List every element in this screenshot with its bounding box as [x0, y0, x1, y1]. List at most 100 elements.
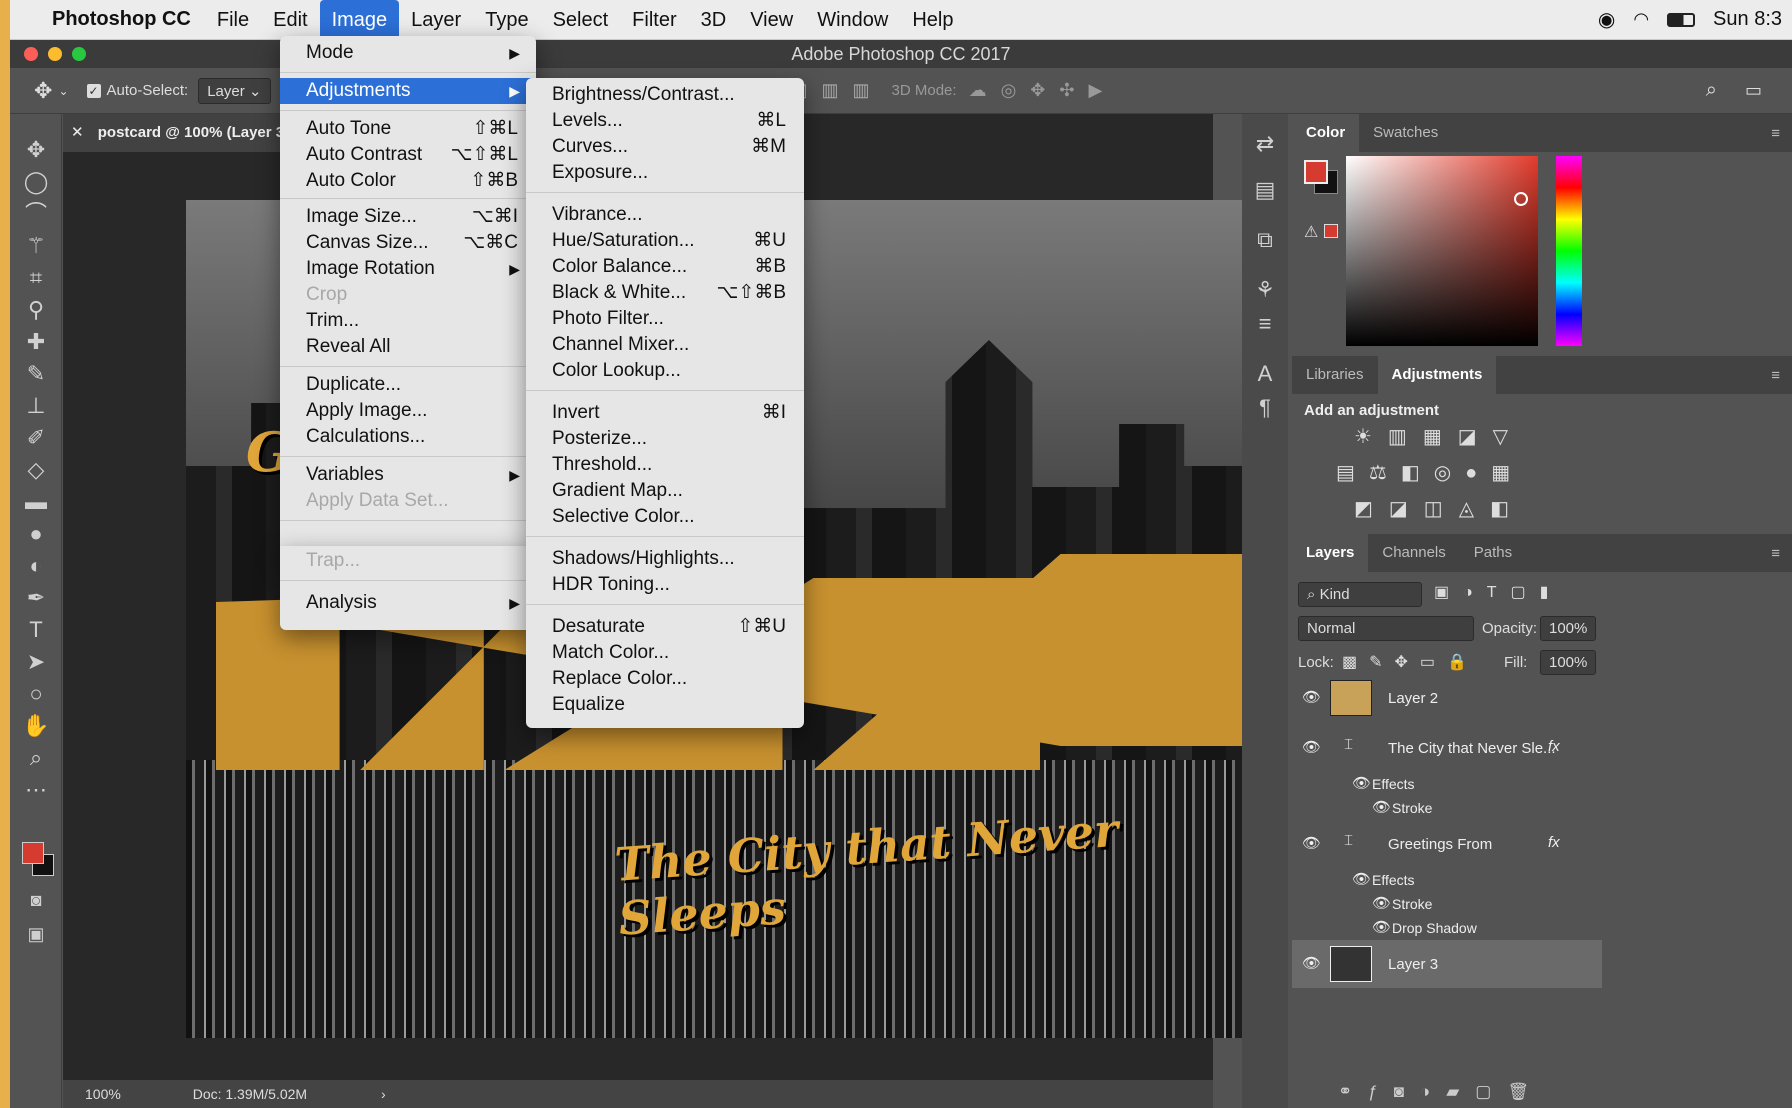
effect-name[interactable]: Drop Shadow — [1392, 920, 1477, 936]
visibility-eye-icon[interactable]: 👁 — [1372, 894, 1391, 912]
adjustment-icons-row-3[interactable]: ◩◪◫◬◧ — [1354, 496, 1525, 521]
adjust-item-vibrance[interactable]: Vibrance... — [526, 202, 804, 228]
auto-select-checkbox[interactable]: ✓ — [86, 83, 101, 98]
effect-row[interactable]: 👁 Stroke — [1292, 796, 1602, 820]
panel-menu-icon[interactable]: ≡ — [1771, 367, 1780, 384]
battery-icon[interactable] — [1667, 12, 1696, 27]
magic-wand-tool-icon[interactable]: ⚚ — [22, 232, 50, 260]
image-menu-item-auto-tone[interactable]: Auto Tone ⇧⌘L — [280, 116, 536, 142]
effect-name[interactable]: Stroke — [1392, 896, 1432, 912]
layer-name[interactable]: Layer 2 — [1388, 690, 1438, 707]
adjust-item-color-balance[interactable]: Color Balance... ⌘B — [526, 254, 804, 280]
doc-info[interactable]: Doc: 1.39M/5.02M — [193, 1086, 307, 1102]
visibility-eye-icon[interactable]: 👁 — [1372, 918, 1391, 936]
panel-menu-icon[interactable]: ≡ — [1771, 125, 1780, 142]
gamut-swatch[interactable] — [1324, 224, 1338, 238]
effect-row[interactable]: 👁 Drop Shadow — [1292, 916, 1602, 940]
crop-tool-icon[interactable]: ⌗ — [22, 264, 50, 292]
color-picker-cursor[interactable] — [1514, 192, 1528, 206]
type-tool-icon[interactable]: T — [22, 616, 50, 644]
visibility-eye-icon[interactable]: 👁 — [1302, 688, 1321, 706]
lock-icons[interactable]: ▩✎✥▭🔒 — [1342, 652, 1479, 672]
adjust-sliders-icon[interactable]: ≡ — [1251, 310, 1279, 338]
adjustment-icons-row-2[interactable]: ▤⚖◧◎●▦ — [1336, 460, 1524, 485]
clock[interactable]: Sun 8:3 — [1713, 8, 1782, 31]
image-menu-item-apply-image[interactable]: Apply Image... — [280, 398, 536, 424]
adjust-item-posterize[interactable]: Posterize... — [526, 426, 804, 452]
menu-layer[interactable]: Layer — [399, 0, 473, 40]
layer-filter-dropdown[interactable]: ⌕ Kind — [1298, 582, 1422, 607]
close-window-button[interactable] — [24, 47, 38, 61]
effect-name[interactable]: Effects — [1372, 776, 1415, 792]
zoom-window-button[interactable] — [72, 47, 86, 61]
marquee-tool-icon[interactable]: ◯ — [22, 168, 50, 196]
image-menu-item-reveal-all[interactable]: Reveal All — [280, 334, 536, 360]
panel-menu-icon[interactable]: ≡ — [1771, 545, 1780, 562]
properties-icon[interactable]: ▤ — [1251, 176, 1279, 204]
tab-swatches[interactable]: Swatches — [1359, 114, 1452, 152]
image-menu-item-mode[interactable]: Mode ▶ — [280, 40, 536, 66]
tab-adjustments[interactable]: Adjustments — [1377, 356, 1497, 394]
wifi-icon[interactable]: ◠ — [1633, 9, 1649, 30]
layer-row[interactable]: 👁 ⌶ The City that Never Sle... fx — [1292, 724, 1602, 772]
search-icon[interactable]: ⌕ — [1706, 79, 1717, 102]
lasso-tool-icon[interactable]: ⌒ — [22, 200, 50, 228]
tab-channels[interactable]: Channels — [1368, 534, 1459, 572]
foreground-swatch[interactable] — [1304, 160, 1328, 184]
adjust-item-selective-color[interactable]: Selective Color... — [526, 504, 804, 530]
tab-color[interactable]: Color — [1292, 114, 1360, 152]
image-menu-item-analysis[interactable]: Analysis ▶ — [280, 590, 536, 616]
workspace-icon[interactable]: ▭ — [1745, 80, 1762, 101]
adjust-item-photo-filter[interactable]: Photo Filter... — [526, 306, 804, 332]
color-picker-field[interactable] — [1346, 156, 1538, 346]
layer-bottom-icons[interactable]: ⚭ƒ◙◑▰▢🗑 — [1338, 1082, 1545, 1102]
character-icon[interactable]: A — [1251, 360, 1279, 388]
opacity-field[interactable]: 100% — [1540, 616, 1597, 641]
fx-badge[interactable]: fx — [1548, 834, 1560, 851]
image-menu-item-duplicate[interactable]: Duplicate... — [280, 372, 536, 398]
adjust-item-exposure[interactable]: Exposure... — [526, 160, 804, 186]
hand-tool-icon[interactable]: ✋ — [22, 712, 50, 740]
adjust-item-levels[interactable]: Levels... ⌘L — [526, 108, 804, 134]
app-menu[interactable]: Photoshop CC — [52, 8, 191, 31]
screen-mode-icon[interactable]: ▣ — [22, 920, 50, 948]
layer-row[interactable]: 👁 Layer 3 — [1292, 940, 1602, 988]
hue-slider[interactable] — [1556, 156, 1582, 346]
effect-row[interactable]: 👁 Effects — [1292, 868, 1602, 892]
adjust-item-black-white[interactable]: Black & White... ⌥⇧⌘B — [526, 280, 804, 306]
effect-name[interactable]: Stroke — [1392, 800, 1432, 816]
image-menu-item-auto-color[interactable]: Auto Color ⇧⌘B — [280, 168, 536, 194]
layer-row[interactable]: 👁 ⌶ Greetings From fx — [1292, 820, 1602, 868]
effect-row[interactable]: 👁 Stroke — [1292, 892, 1602, 916]
blend-mode-dropdown[interactable]: Normal — [1298, 616, 1474, 641]
gradient-tool-icon[interactable]: ▬ — [22, 488, 50, 516]
eraser-tool-icon[interactable]: ◇ — [22, 456, 50, 484]
adjust-item-channel-mixer[interactable]: Channel Mixer... — [526, 332, 804, 358]
adjustment-icons-row-1[interactable]: ☀▥▦◪▽ — [1354, 424, 1524, 449]
tab-paths[interactable]: Paths — [1460, 534, 1526, 572]
zoom-tool-icon[interactable]: ⌕ — [22, 744, 50, 772]
history-brush-tool-icon[interactable]: ✐ — [22, 424, 50, 452]
menu-edit[interactable]: Edit — [261, 0, 319, 40]
adjust-item-curves[interactable]: Curves... ⌘M — [526, 134, 804, 160]
effect-name[interactable]: Effects — [1372, 872, 1415, 888]
close-tab-icon[interactable]: ✕ — [71, 124, 84, 141]
3d-mode-icons[interactable]: ☁◎✥✣▶ — [969, 80, 1117, 101]
menu-view[interactable]: View — [738, 0, 805, 40]
visibility-eye-icon[interactable]: 👁 — [1302, 738, 1321, 756]
pen-tool-icon[interactable]: ✒ — [22, 584, 50, 612]
image-menu-item-variables[interactable]: Variables ▶ — [280, 462, 536, 488]
visibility-eye-icon[interactable]: 👁 — [1302, 954, 1321, 972]
menu-type[interactable]: Type — [473, 0, 540, 40]
zoom-level[interactable]: 100% — [85, 1086, 121, 1102]
healing-brush-tool-icon[interactable]: ✚ — [22, 328, 50, 356]
menu-select[interactable]: Select — [541, 0, 621, 40]
menu-filter[interactable]: Filter — [620, 0, 688, 40]
dodge-tool-icon[interactable]: ◐ — [22, 552, 50, 580]
visibility-eye-icon[interactable]: 👁 — [1302, 834, 1321, 852]
brush-settings-icon[interactable]: ⚘ — [1251, 276, 1279, 304]
image-menu-item-trim[interactable]: Trim... — [280, 308, 536, 334]
creative-cloud-icon[interactable]: ◉ — [1598, 7, 1615, 32]
align-icons[interactable]: ▥▥▥ — [791, 80, 884, 101]
tab-layers[interactable]: Layers — [1292, 534, 1369, 572]
